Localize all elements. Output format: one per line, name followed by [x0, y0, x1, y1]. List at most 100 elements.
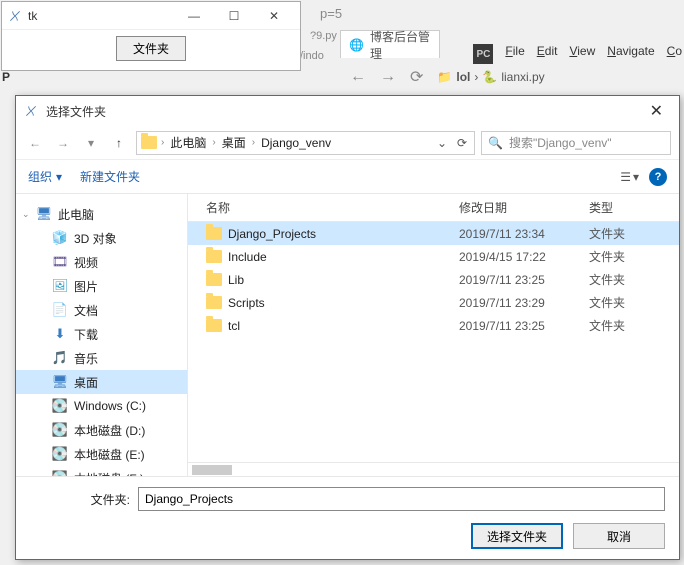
chevron-down-icon: ▾: [633, 170, 639, 184]
nav-item-label: 桌面: [74, 374, 98, 391]
column-type[interactable]: 类型: [589, 199, 679, 216]
nav-item-label: 视频: [74, 254, 98, 271]
nav-item[interactable]: 📄文档: [16, 298, 187, 322]
nav-item[interactable]: 💽本地磁盘 (E:): [16, 442, 187, 466]
maximize-icon[interactable]: ☐: [214, 2, 254, 30]
cancel-button[interactable]: 取消: [573, 523, 665, 549]
file-dialog: 选择文件夹 ✕ ← → ▾ ↑ › 此电脑 › 桌面 › Django_venv…: [15, 95, 680, 560]
file-date: 2019/7/11 23:34: [459, 227, 589, 241]
bg-file-tab: ?9.py: [310, 30, 337, 42]
search-input[interactable]: 🔍 搜索"Django_venv": [481, 131, 671, 155]
menu-more[interactable]: Co: [667, 44, 682, 64]
folder-name-label: 文件夹:: [30, 491, 130, 508]
dialog-bottom: 文件夹: 选择文件夹 取消: [16, 476, 679, 559]
help-icon[interactable]: ?: [649, 168, 667, 186]
nav-item-label: Windows (C:): [74, 399, 146, 413]
file-type: 文件夹: [589, 248, 679, 265]
breadcrumb-desktop[interactable]: 桌面: [218, 134, 250, 151]
new-folder-button[interactable]: 新建文件夹: [80, 168, 140, 185]
nav-up-icon[interactable]: ↑: [108, 132, 130, 154]
tk-titlebar[interactable]: tk — ☐ ✕: [2, 2, 300, 30]
file-type: 文件夹: [589, 225, 679, 242]
menu-navigate[interactable]: Navigate: [607, 44, 654, 64]
folder-icon: [206, 250, 222, 263]
file-row[interactable]: Scripts2019/7/11 23:29文件夹: [188, 291, 679, 314]
nav-item[interactable]: ⬇下载: [16, 322, 187, 346]
horizontal-scrollbar[interactable]: [188, 462, 679, 476]
navigation-pane[interactable]: ⌄ 🖥 此电脑 🧊3D 对象🎞视频 🖼 图片 📄文档⬇下载 🎵 音乐 🖥桌面 💽 Windows (C…: [16, 194, 188, 476]
tk-feather-icon: [8, 9, 22, 23]
chevron-right-icon: ›: [212, 137, 215, 148]
chevron-down-icon: ⌄: [22, 209, 30, 220]
nav-item[interactable]: 🎵 音乐: [16, 346, 187, 370]
music-icon: 🎵: [52, 350, 68, 366]
minimize-icon[interactable]: —: [174, 2, 214, 30]
forward-icon[interactable]: →: [380, 68, 396, 86]
address-dropdown-icon[interactable]: ⌄: [432, 136, 452, 150]
view-mode-button[interactable]: ☰ ▾: [620, 170, 639, 184]
nav-item[interactable]: 💽本地磁盘 (D:): [16, 418, 187, 442]
chevron-down-icon: ▾: [56, 170, 62, 184]
folder-icon: [141, 136, 157, 149]
address-bar[interactable]: › 此电脑 › 桌面 › Django_venv ⌄ ⟳: [136, 131, 475, 155]
dl-icon: ⬇: [52, 326, 68, 342]
file-name: Django_Projects: [228, 227, 316, 241]
nav-item-label: 此电脑: [58, 206, 94, 223]
nav-recent-icon[interactable]: ▾: [80, 132, 102, 154]
tk-folder-button[interactable]: 文件夹: [116, 36, 186, 61]
nav-item-label: 图片: [74, 278, 98, 295]
menu-view[interactable]: View: [569, 44, 595, 64]
file-row[interactable]: tcl2019/7/11 23:25文件夹: [188, 314, 679, 337]
ide-breadcrumb[interactable]: 📁 lol › 🐍 lianxi.py: [437, 70, 544, 84]
drive-icon: 💽: [52, 398, 68, 414]
folder-name-input[interactable]: [138, 487, 665, 511]
bg-side-letter: P: [2, 70, 10, 84]
nav-item[interactable]: 💽本地磁盘 (F:): [16, 466, 187, 476]
nav-item-label: 本地磁盘 (D:): [74, 422, 145, 439]
nav-item-label: 音乐: [74, 350, 98, 367]
nav-item[interactable]: 🖥桌面: [16, 370, 187, 394]
reload-icon[interactable]: ⟳: [410, 67, 423, 87]
ide-menu-bar[interactable]: PC File Edit View Navigate Co: [473, 44, 682, 64]
breadcrumb-folder[interactable]: Django_venv: [257, 136, 335, 150]
dialog-titlebar[interactable]: 选择文件夹 ✕: [16, 96, 679, 126]
globe-icon: 🌐: [349, 38, 364, 52]
menu-edit[interactable]: Edit: [537, 44, 558, 64]
nav-item-label: 3D 对象: [74, 230, 117, 247]
address-refresh-icon[interactable]: ⟳: [452, 136, 472, 150]
nav-back-icon[interactable]: ←: [24, 132, 46, 154]
file-date: 2019/7/11 23:25: [459, 319, 589, 333]
chevron-right-icon: ›: [161, 137, 164, 148]
breadcrumb-pc[interactable]: 此电脑: [166, 134, 210, 151]
file-row[interactable]: Lib2019/7/11 23:25文件夹: [188, 268, 679, 291]
select-folder-button[interactable]: 选择文件夹: [471, 523, 563, 549]
tk-title-text: tk: [28, 9, 174, 23]
nav-item[interactable]: 🖼 图片: [16, 274, 187, 298]
folder-icon: [206, 296, 222, 309]
drive-icon: 💽: [52, 446, 68, 462]
img-icon: 🖼: [52, 278, 68, 294]
nav-item[interactable]: ⌄ 🖥 此电脑: [16, 202, 187, 226]
nav-item[interactable]: 🧊3D 对象: [16, 226, 187, 250]
browser-tab[interactable]: 🌐 博客后台管理: [340, 30, 440, 58]
column-date[interactable]: 修改日期: [459, 199, 589, 216]
folder-small-icon: 📁: [437, 70, 452, 84]
organize-menu[interactable]: 组织 ▾: [28, 168, 62, 185]
file-list[interactable]: Django_Projects2019/7/11 23:34文件夹Include…: [188, 222, 679, 462]
back-icon[interactable]: ←: [350, 68, 366, 86]
file-row[interactable]: Include2019/4/15 17:22文件夹: [188, 245, 679, 268]
close-icon[interactable]: ✕: [254, 2, 294, 30]
pc-icon: 🖥: [36, 206, 52, 222]
folder-icon: [206, 227, 222, 240]
file-name: Include: [228, 250, 267, 264]
file-list-header[interactable]: 名称 修改日期 类型: [188, 194, 679, 222]
column-name[interactable]: 名称: [206, 199, 459, 216]
file-type: 文件夹: [589, 317, 679, 334]
nav-forward-icon[interactable]: →: [52, 132, 74, 154]
menu-file[interactable]: File: [505, 44, 524, 64]
nav-item[interactable]: 💽 Windows (C:): [16, 394, 187, 418]
nav-item[interactable]: 🎞视频: [16, 250, 187, 274]
dialog-close-icon[interactable]: ✕: [642, 101, 671, 121]
dialog-nav-bar: ← → ▾ ↑ › 此电脑 › 桌面 › Django_venv ⌄ ⟳ 🔍 搜…: [16, 126, 679, 160]
file-row[interactable]: Django_Projects 2019/7/11 23:34文件夹: [188, 222, 679, 245]
